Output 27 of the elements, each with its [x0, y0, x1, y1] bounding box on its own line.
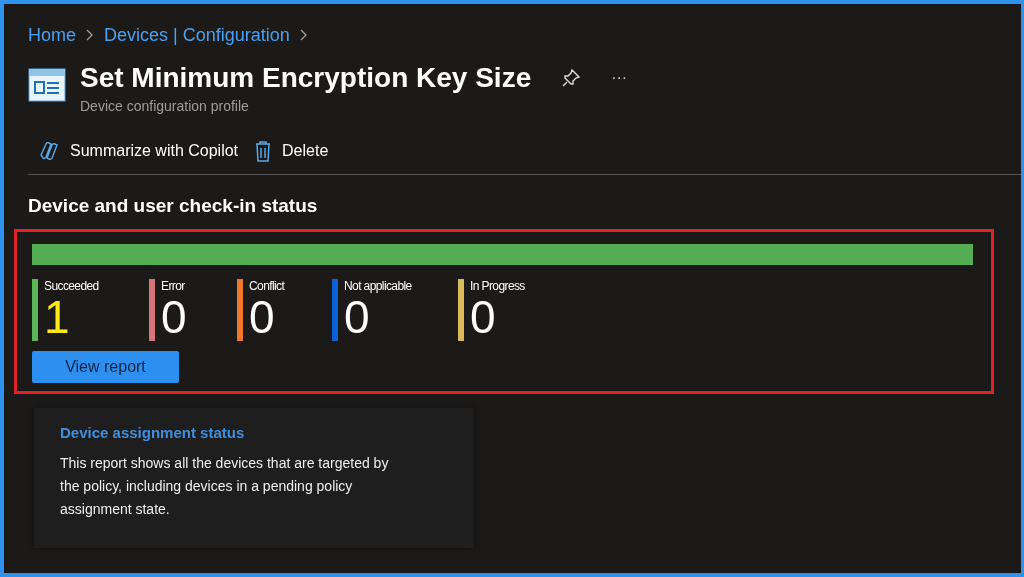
view-report-button[interactable]: View report [32, 351, 179, 383]
status-label: Succeeded [44, 279, 99, 293]
status-label: Not applicable [344, 279, 412, 293]
status-count: 0 [161, 293, 187, 341]
copilot-icon [38, 141, 60, 161]
status-label: Conflict [249, 279, 285, 293]
report-description: This report shows all the devices that are targeted by the policy, including devices in a pending policy assignment state. [60, 454, 390, 519]
status-count: 0 [470, 293, 496, 341]
more-button[interactable]: ··· [611, 69, 628, 87]
section-heading: Device and user check-in status [28, 195, 319, 217]
toolbar-button[interactable]: Delete [254, 136, 329, 166]
status-label: Error [161, 279, 186, 293]
page-subtitle: Device configuration profile [80, 98, 250, 114]
page-title: Set Minimum Encryption Key Size [80, 61, 532, 95]
status-count: 0 [249, 293, 276, 341]
breadcrumb-link[interactable]: Home [28, 24, 76, 46]
toolbar-button[interactable]: Summarize with Copilot [38, 136, 239, 166]
chevron-icon [86, 29, 94, 41]
status-count: 1 [44, 293, 71, 341]
status-label: In Progress [470, 279, 525, 293]
breadcrumb-link[interactable]: Devices | Configuration [104, 24, 290, 46]
trash-icon [254, 140, 273, 162]
pin-icon[interactable] [561, 68, 582, 88]
report-link[interactable]: Device assignment status [60, 424, 245, 441]
chevron-icon [299, 29, 308, 41]
profile-icon [28, 68, 66, 102]
status-count: 0 [344, 293, 370, 341]
